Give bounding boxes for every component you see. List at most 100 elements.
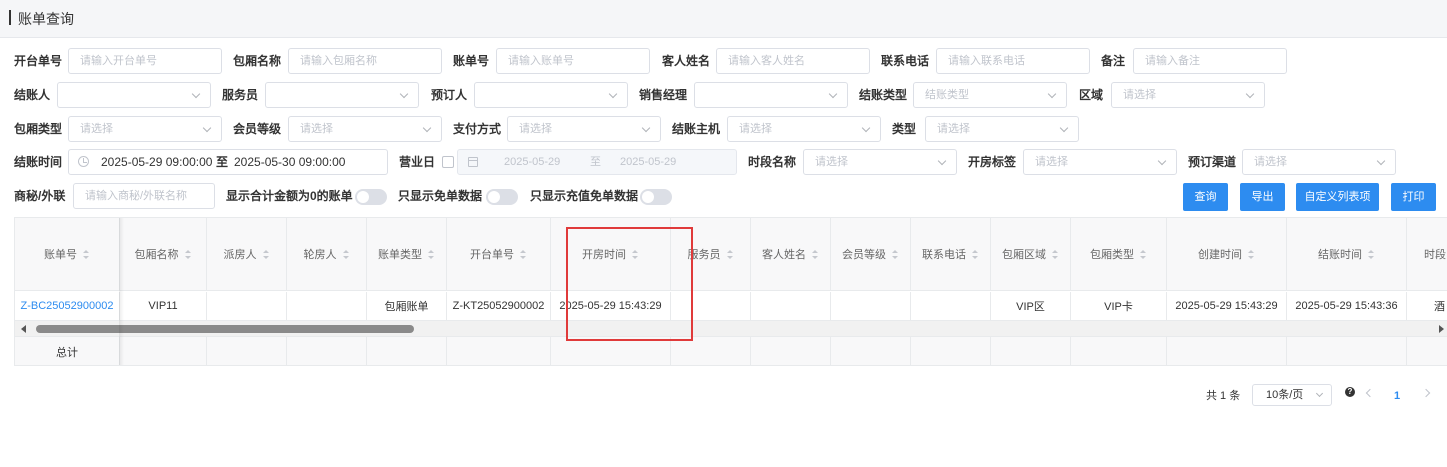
business-day-checkbox[interactable] <box>442 156 454 168</box>
column-header-bill-no[interactable]: 账单号 <box>15 218 120 291</box>
sort-icon[interactable] <box>428 249 435 259</box>
sort-icon[interactable] <box>1248 249 1255 259</box>
bill-table: 账单号 包厢名称 派房人 轮房人 账单类型 开台单号 开房时间 服务员 客人姓名… <box>14 217 1447 366</box>
column-header-dispatcher[interactable]: 派房人 <box>207 218 287 291</box>
column-header-room-type[interactable]: 包厢类型 <box>1071 218 1167 291</box>
free-only-toggle[interactable] <box>486 189 518 205</box>
sort-icon[interactable] <box>1368 249 1375 259</box>
member-level-select[interactable]: 请选择 <box>288 116 442 142</box>
filter-label-merchant: 商秘/外联 <box>14 189 66 203</box>
filter-label-member-level: 会员等级 <box>233 122 282 136</box>
remark-input[interactable]: 请输入备注 <box>1133 48 1287 74</box>
page-number-current[interactable]: 1 <box>1394 386 1400 406</box>
sort-icon[interactable] <box>83 249 90 259</box>
summary-cell <box>207 337 287 365</box>
help-icon[interactable]: ? <box>1345 387 1355 397</box>
summary-cell <box>287 337 367 365</box>
recharge-free-toggle[interactable] <box>640 189 672 205</box>
page-size-select[interactable]: 10条/页 <box>1252 384 1332 406</box>
query-button[interactable]: 查询 <box>1183 183 1228 211</box>
column-header-bill-type[interactable]: 账单类型 <box>367 218 447 291</box>
sort-icon[interactable] <box>892 249 899 259</box>
sort-icon[interactable] <box>342 249 350 259</box>
type-select[interactable]: 请选择 <box>925 116 1079 142</box>
bill-no-input[interactable]: 请输入账单号 <box>496 48 650 74</box>
sort-icon[interactable] <box>520 249 527 259</box>
filter-label-room-tag: 开房标签 <box>968 155 1017 169</box>
summary-cell <box>991 337 1071 365</box>
sort-icon[interactable] <box>1140 249 1147 259</box>
table-cell-room-area: VIP区 <box>991 292 1071 321</box>
booking-channel-select[interactable]: 请选择 <box>1242 149 1396 175</box>
filter-label-guest-name: 客人姓名 <box>662 54 711 68</box>
table-cell-bill-no[interactable]: Z-BC25052900002 <box>15 292 120 321</box>
summary-cell <box>671 337 751 365</box>
summary-cell <box>1407 337 1447 365</box>
custom-columns-button[interactable]: 自定义列表项 <box>1296 183 1379 211</box>
print-button[interactable]: 打印 <box>1391 183 1436 211</box>
calendar-icon <box>468 157 478 167</box>
sales-manager-select[interactable] <box>694 82 848 108</box>
column-header-phone[interactable]: 联系电话 <box>911 218 991 291</box>
sort-icon[interactable] <box>632 249 639 259</box>
checkout-time-range-picker[interactable]: 2025-05-29 09:00:00 至 2025-05-30 09:00:0… <box>68 149 388 175</box>
column-header-open-order-no[interactable]: 开台单号 <box>447 218 551 291</box>
open-order-no-input[interactable]: 请输入开台单号 <box>68 48 222 74</box>
scroll-right-icon[interactable] <box>1439 325 1444 333</box>
next-page-icon[interactable] <box>1421 388 1431 398</box>
page-header: 账单查询 <box>0 0 1447 38</box>
room-name-input[interactable]: 请输入包厢名称 <box>288 48 442 74</box>
sort-icon[interactable] <box>262 249 270 259</box>
title-accent-bar <box>9 10 11 25</box>
sort-icon[interactable] <box>972 249 979 259</box>
column-header-room-name[interactable]: 包厢名称 <box>120 218 207 291</box>
business-day-range-picker[interactable]: 2025-05-29 至 2025-05-29 <box>457 149 737 175</box>
filter-label-booking-channel: 预订渠道 <box>1188 155 1237 169</box>
filter-label-checkout-host: 结账主机 <box>672 122 721 136</box>
waiter-select[interactable] <box>265 82 419 108</box>
sort-icon[interactable] <box>184 249 192 259</box>
payment-method-select[interactable]: 请选择 <box>507 116 661 142</box>
room-tag-select[interactable]: 请选择 <box>1023 149 1177 175</box>
summary-cell <box>1287 337 1407 365</box>
filter-label-bill-no: 账单号 <box>453 54 490 68</box>
checkout-start-time: 2025-05-29 09:00:00 <box>101 155 213 169</box>
checkout-end-time: 2025-05-30 09:00:00 <box>234 155 346 169</box>
business-start-date: 2025-05-29 <box>504 156 561 168</box>
summary-cell <box>911 337 991 365</box>
sort-icon[interactable] <box>726 249 734 259</box>
checkout-host-select[interactable]: 请选择 <box>727 116 881 142</box>
room-type-select[interactable]: 请选择 <box>68 116 222 142</box>
cashier-select[interactable] <box>57 82 211 108</box>
column-header-period[interactable]: 时段 <box>1407 218 1447 291</box>
filter-label-business-day: 营业日 <box>399 155 436 169</box>
column-header-guest-name[interactable]: 客人姓名 <box>751 218 831 291</box>
horizontal-scrollbar[interactable] <box>15 321 1447 337</box>
column-header-member-level[interactable]: 会员等级 <box>831 218 911 291</box>
column-header-waiter[interactable]: 服务员 <box>671 218 751 291</box>
column-header-room-area[interactable]: 包厢区域 <box>991 218 1071 291</box>
phone-input[interactable]: 请输入联系电话 <box>936 48 1090 74</box>
booker-select[interactable] <box>474 82 628 108</box>
sort-icon[interactable] <box>1052 249 1059 259</box>
filter-label-room-type: 包厢类型 <box>14 122 63 136</box>
free-only-label: 只显示免单数据 <box>398 189 483 203</box>
scrollbar-thumb[interactable] <box>36 325 414 333</box>
checkout-type-select[interactable]: 结账类型 <box>913 82 1067 108</box>
export-button[interactable]: 导出 <box>1240 183 1285 211</box>
area-select[interactable]: 请选择 <box>1111 82 1265 108</box>
sort-icon[interactable] <box>812 249 819 259</box>
summary-label: 总计 <box>15 337 120 365</box>
column-header-rotator[interactable]: 轮房人 <box>287 218 367 291</box>
summary-cell <box>1167 337 1287 365</box>
scroll-left-icon[interactable] <box>21 325 26 333</box>
column-header-checkout-time[interactable]: 结账时间 <box>1287 218 1407 291</box>
period-name-select[interactable]: 请选择 <box>803 149 957 175</box>
merchant-input[interactable]: 请输入商秘/外联名称 <box>73 183 215 209</box>
zero-bill-toggle[interactable] <box>355 189 387 205</box>
column-header-created-time[interactable]: 创建时间 <box>1167 218 1287 291</box>
column-header-open-time[interactable]: 开房时间 <box>551 218 671 291</box>
prev-page-icon[interactable] <box>1365 388 1375 398</box>
table-cell-bill-type: 包厢账单 <box>367 292 447 321</box>
guest-name-input[interactable]: 请输入客人姓名 <box>716 48 870 74</box>
